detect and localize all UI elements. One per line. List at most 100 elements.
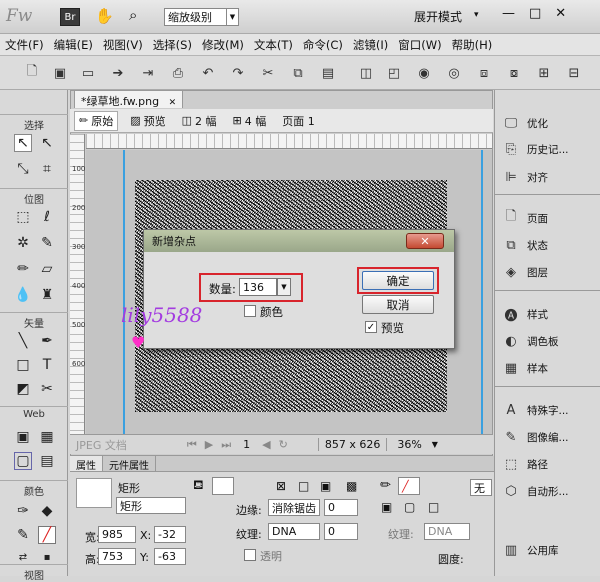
hide-slices-icon[interactable]: ▢	[14, 452, 32, 470]
mode-dropdown-icon[interactable]: ▾	[474, 10, 479, 20]
minimize-icon[interactable]: —	[502, 6, 515, 21]
panel-align[interactable]: ⊫ 对齐	[503, 169, 548, 185]
marquee-tool-icon[interactable]: ⬚	[14, 208, 32, 226]
panel-layers[interactable]: ◈ 图层	[503, 264, 548, 280]
ungroup-icon[interactable]: ◰	[386, 65, 402, 81]
crop-tool-icon[interactable]: ⌗	[38, 160, 56, 178]
menu-select[interactable]: 选择(S)	[148, 37, 197, 53]
fill-color-swatch[interactable]	[212, 477, 234, 495]
hotspot-tool-icon[interactable]: ▣	[14, 428, 32, 446]
menu-filters[interactable]: 滤镜(I)	[348, 37, 393, 53]
panel-history[interactable]: ⎘ 历史记...	[503, 141, 569, 157]
zoom-icon[interactable]: ⌕	[129, 6, 137, 24]
texture-amount-input[interactable]: 0	[324, 523, 358, 540]
stroke-inside-icon[interactable]: ▣	[381, 500, 392, 514]
print-icon[interactable]: ⎙	[170, 65, 186, 81]
ok-button[interactable]: 确定	[362, 271, 434, 290]
menu-edit[interactable]: 编辑(E)	[49, 37, 98, 53]
panel-optimize[interactable]: 🖵 优化	[503, 115, 548, 131]
width-input[interactable]: 985	[98, 526, 136, 543]
menu-text[interactable]: 文本(T)	[249, 37, 298, 53]
save-icon[interactable]: ▣	[52, 65, 68, 81]
stroke-texture-select[interactable]: DNA	[424, 523, 470, 540]
panel-states[interactable]: ⧉ 状态	[503, 237, 548, 253]
brush-tool-icon[interactable]: ✎	[38, 234, 56, 252]
guide-line-right[interactable]	[481, 150, 483, 434]
four-up-view-tab[interactable]: ⊞ 4 幅	[229, 112, 271, 130]
panel-image-edit[interactable]: ✎ 图像编...	[503, 429, 569, 445]
magic-wand-icon[interactable]: ✲	[14, 234, 32, 252]
two-up-view-tab[interactable]: ◫ 2 幅	[178, 112, 221, 130]
subselect-tool-icon[interactable]: ↖	[38, 134, 56, 152]
texture-select[interactable]: DNA	[268, 523, 320, 540]
preview-view-tab[interactable]: ▨ 预览	[126, 112, 169, 130]
stroke-pencil-icon[interactable]: ✏	[380, 478, 391, 493]
panel-styles[interactable]: 🅐 样式	[503, 306, 548, 324]
tab-symbol-properties[interactable]: 元件属性	[103, 456, 156, 472]
eyedropper-tool-icon[interactable]: ✑	[14, 502, 32, 520]
zoom-level-select[interactable]: 缩放级别 ▼	[164, 8, 239, 26]
cut-icon[interactable]: ✂	[260, 65, 276, 81]
page-selector[interactable]: 页面 1	[278, 112, 319, 130]
menu-commands[interactable]: 命令(C)	[298, 37, 348, 53]
close-tab-icon[interactable]: ✕	[169, 98, 177, 108]
knife-tool-icon[interactable]: ✂	[38, 380, 56, 398]
freeform-tool-icon[interactable]: ◩	[14, 380, 32, 398]
loop-icon[interactable]: ↻	[279, 438, 288, 451]
prev-icon[interactable]: ◀	[262, 438, 270, 451]
zoom-percent[interactable]: 36%	[397, 438, 421, 451]
tab-properties[interactable]: 属性	[70, 456, 103, 472]
stroke-center-icon[interactable]: ▢	[404, 500, 415, 514]
stroke-outside-icon[interactable]: □	[428, 500, 439, 514]
slice-tool-icon[interactable]: ▦	[38, 428, 56, 446]
lasso-tool-icon[interactable]: ℓ	[38, 208, 56, 226]
line-tool-icon[interactable]: ╲	[14, 332, 32, 350]
zoom-dropdown-icon[interactable]: ▼	[432, 440, 438, 449]
stroke-color-swatch[interactable]: ╱	[398, 477, 420, 495]
export-icon[interactable]: ⇥	[140, 65, 156, 81]
open-icon[interactable]: ▭	[80, 65, 96, 81]
menu-modify[interactable]: 修改(M)	[197, 37, 249, 53]
stroke-none-select[interactable]: 无	[470, 479, 492, 496]
stroke-color-icon[interactable]: ✎	[14, 526, 32, 544]
paste-icon[interactable]: ▤	[320, 65, 336, 81]
amount-input[interactable]: 136	[239, 278, 277, 296]
panel-common-library[interactable]: ▥ 公用库	[503, 542, 559, 558]
panel-swatches[interactable]: ▦ 样本	[503, 360, 548, 376]
scale-tool-icon[interactable]: ⤡	[14, 160, 32, 178]
workspace-mode-label[interactable]: 展开模式	[414, 8, 462, 25]
panel-path[interactable]: ⬚ 路径	[503, 456, 548, 472]
maximize-icon[interactable]: □	[529, 6, 541, 21]
bridge-button[interactable]: Br	[60, 8, 80, 26]
pencil-tool-icon[interactable]: ✏	[14, 260, 32, 278]
amount-slider-dropdown-icon[interactable]: ▼	[277, 278, 291, 296]
text-tool-icon[interactable]: T	[38, 356, 56, 374]
import-icon[interactable]: ➔	[110, 65, 126, 81]
rubber-stamp-icon[interactable]: ♜	[38, 286, 56, 304]
fill-solid-icon[interactable]: □	[298, 479, 309, 493]
copy-icon[interactable]: ⧉	[290, 65, 306, 81]
shape-name-input[interactable]: 矩形	[116, 497, 186, 514]
pointer-tool-icon[interactable]: ↖	[14, 134, 32, 152]
split-icon[interactable]: ◎	[446, 65, 462, 81]
undo-icon[interactable]: ↶	[200, 65, 216, 81]
hand-icon[interactable]: ✋	[95, 7, 114, 25]
play-icon[interactable]: ▶	[205, 438, 213, 451]
original-view-tab[interactable]: ✏ 原始	[74, 110, 119, 131]
fill-pattern-icon[interactable]: ▩	[346, 479, 357, 493]
x-input[interactable]: -32	[154, 526, 186, 543]
fill-gradient-icon[interactable]: ▣	[320, 479, 331, 493]
blur-tool-icon[interactable]: 💧	[14, 286, 32, 304]
preview-checkbox[interactable]: ✓	[365, 321, 377, 333]
transparent-checkbox[interactable]	[244, 549, 256, 561]
paint-bucket-icon[interactable]: ◆	[38, 502, 56, 520]
color-checkbox[interactable]	[244, 305, 256, 317]
panel-palette[interactable]: ◐ 调色板	[503, 333, 558, 349]
bring-front-icon[interactable]: ⧈	[476, 65, 492, 81]
y-input[interactable]: -63	[154, 548, 186, 565]
pen-tool-icon[interactable]: ✒	[38, 332, 56, 350]
edge-select[interactable]: 消除锯齿	[268, 499, 320, 516]
panel-auto-shapes[interactable]: ⬡ 自动形...	[503, 483, 568, 499]
guide-line-left[interactable]	[123, 150, 125, 434]
first-frame-icon[interactable]: ⏮	[187, 438, 197, 452]
